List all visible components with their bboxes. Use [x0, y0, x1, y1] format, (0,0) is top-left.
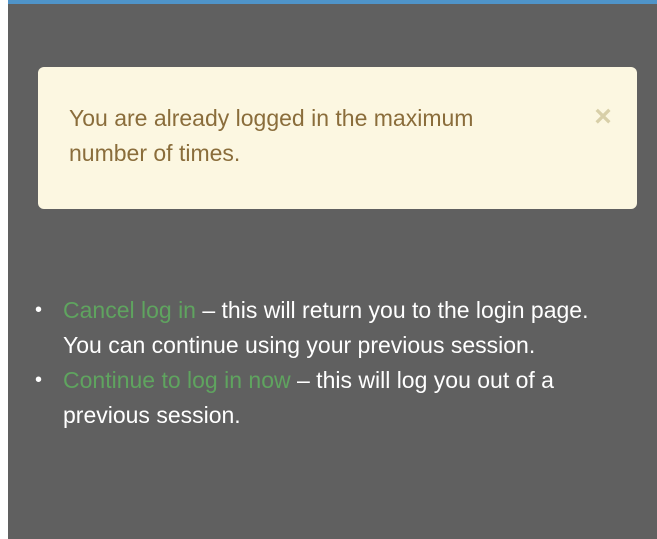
- list-item-cancel-log-in: • Cancel log in – this will return you t…: [33, 293, 593, 363]
- list-item-continue-log-in: • Continue to log in now – this will log…: [33, 363, 593, 433]
- warning-alert: You are already logged in the maximum nu…: [38, 67, 637, 209]
- login-options-list: • Cancel log in – this will return you t…: [33, 293, 593, 433]
- continue-log-in-link[interactable]: Continue to log in now: [63, 367, 291, 393]
- login-limit-panel: You are already logged in the maximum nu…: [8, 0, 657, 539]
- close-icon[interactable]: ×: [590, 102, 616, 132]
- top-accent-bar: [8, 0, 657, 4]
- bullet-icon: •: [35, 369, 43, 391]
- alert-message: You are already logged in the maximum nu…: [69, 105, 474, 166]
- cancel-log-in-link[interactable]: Cancel log in: [63, 297, 196, 323]
- bullet-icon: •: [35, 299, 43, 321]
